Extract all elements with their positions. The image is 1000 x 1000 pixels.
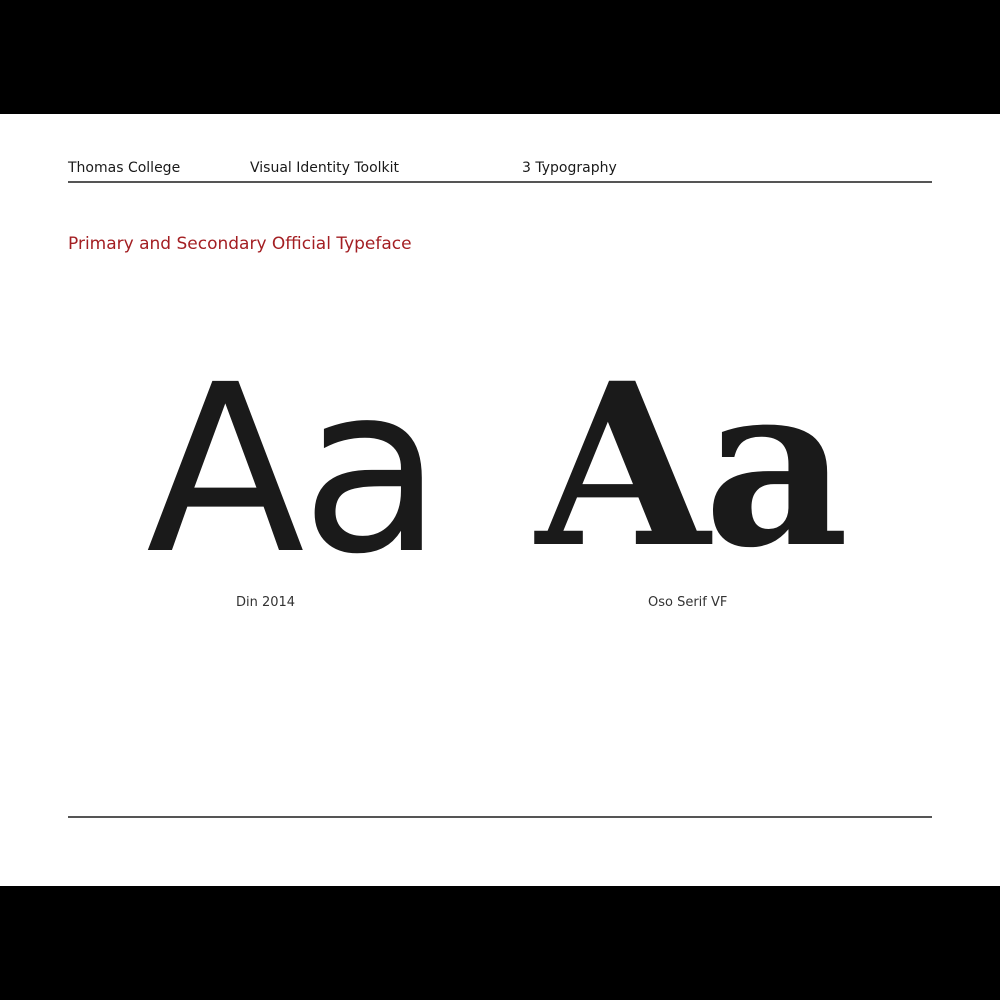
primary-typeface-caption: Din 2014 <box>236 595 296 610</box>
header-document-title: Visual Identity Toolkit <box>250 160 400 176</box>
page-title: Primary and Secondary Official Typeface <box>68 234 412 254</box>
secondary-typeface-specimen: Aa <box>536 334 849 597</box>
document-page: Thomas College Visual Identity Toolkit 3… <box>0 114 1000 886</box>
footer-divider <box>68 816 932 818</box>
viewer-stage: Thomas College Visual Identity Toolkit 3… <box>0 0 1000 1000</box>
primary-typeface-specimen: Aa <box>146 335 443 605</box>
header-organization: Thomas College <box>68 160 181 176</box>
header-divider <box>68 181 932 183</box>
secondary-typeface-caption: Oso Serif VF <box>648 595 728 610</box>
header-section: 3 Typography <box>522 160 617 176</box>
